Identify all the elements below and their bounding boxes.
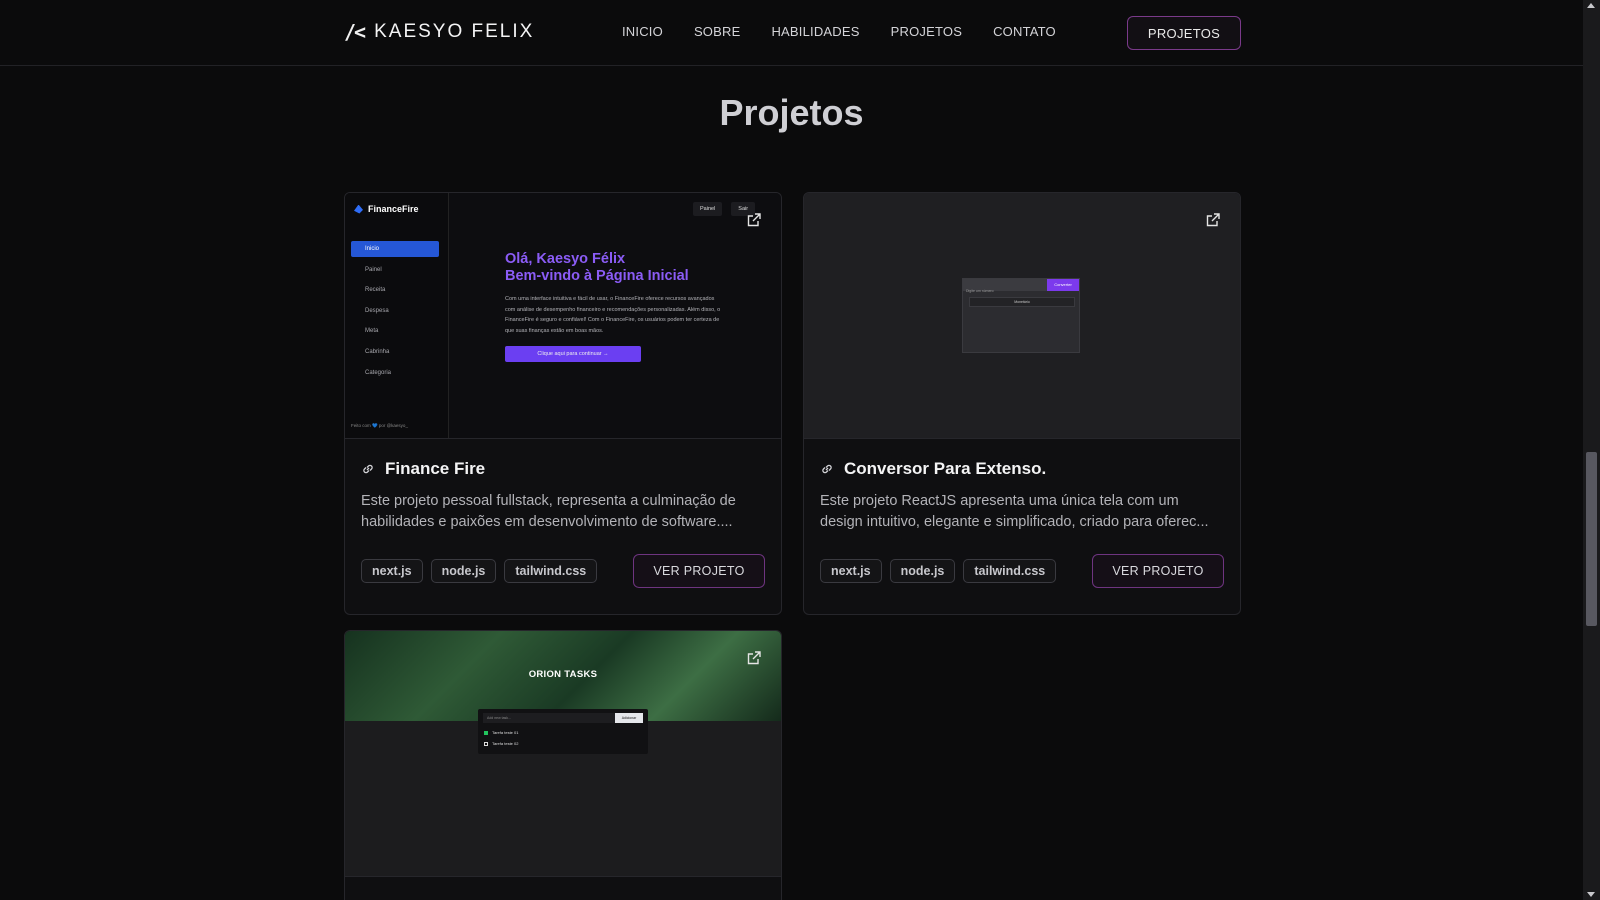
- preview-row: Monetário: [969, 297, 1075, 307]
- preview-task: Tarefa teste 01: [484, 730, 518, 735]
- card-body: Finance Fire Este projeto pessoal fullst…: [345, 439, 781, 588]
- project-card: Digite um número Converter Monetário Con…: [803, 192, 1241, 615]
- preview-add-button: Adicionar: [615, 713, 643, 723]
- external-link-icon[interactable]: [747, 213, 761, 227]
- tag: tailwind.css: [963, 559, 1057, 583]
- preview-sidebar: FinanceFire Inicio Painel Receita Despes…: [345, 193, 449, 438]
- tag: next.js: [820, 559, 882, 583]
- view-project-button[interactable]: VER PROJETO: [1092, 554, 1224, 588]
- preview-menu-item: Categoria: [365, 369, 392, 376]
- project-preview[interactable]: ORION TASKS Add new task... Adicionar Ta…: [345, 631, 781, 877]
- preview-heading-2: Bem-vindo à Página Inicial: [505, 268, 689, 284]
- project-preview[interactable]: Digite um número Converter Monetário: [804, 193, 1240, 439]
- preview-footer: Feito com 💙 por @kaesyo_: [351, 423, 408, 428]
- preview-menu-item: Painel: [365, 266, 382, 273]
- project-title[interactable]: Finance Fire: [385, 459, 485, 479]
- site-header: /< KAESYO FELIX INICIO SOBRE HABILIDADES…: [0, 0, 1583, 66]
- preview-task-box: Add new task... Adicionar Tarefa teste 0…: [478, 709, 648, 754]
- preview-brand: FinanceFire: [354, 204, 419, 214]
- conversor-screenshot: Digite um número Converter Monetário: [962, 278, 1080, 353]
- tag: tailwind.css: [504, 559, 598, 583]
- logo-text: KAESYO FELIX: [374, 21, 535, 42]
- tag: node.js: [889, 559, 956, 583]
- project-description: Este projeto pessoal fullstack, represen…: [361, 493, 736, 530]
- flame-icon: [354, 204, 363, 214]
- external-link-icon[interactable]: [1206, 213, 1220, 227]
- link-icon: [822, 464, 832, 474]
- logo-mark: /<: [344, 20, 366, 44]
- nav-habilidades[interactable]: HABILIDADES: [771, 24, 859, 39]
- preview-convert-button: Converter: [1047, 279, 1079, 291]
- preview-paragraph: Com uma interface intuitiva e fácil de u…: [505, 296, 721, 334]
- preview-menu-item: Receita: [365, 287, 386, 294]
- nav-inicio[interactable]: INICIO: [622, 24, 663, 39]
- preview-input-placeholder: Digite um número: [966, 289, 994, 293]
- orion-screenshot: ORION TASKS Add new task... Adicionar Ta…: [345, 631, 781, 876]
- preview-task-label: Tarefa teste 01: [492, 730, 519, 735]
- card-title: Finance Fire: [361, 459, 765, 479]
- tag: node.js: [430, 559, 497, 583]
- card-title: Conversor Para Extenso.: [820, 459, 1224, 479]
- preview-task: Tarefa teste 02: [484, 741, 518, 746]
- nav-sobre[interactable]: SOBRE: [694, 24, 741, 39]
- project-preview[interactable]: FinanceFire Inicio Painel Receita Despes…: [345, 193, 781, 439]
- tag: next.js: [361, 559, 423, 583]
- checkbox-icon: [484, 741, 488, 746]
- project-description: Este projeto ReactJS apresenta uma única…: [820, 493, 1209, 530]
- card-footer: next.js node.js tailwind.css VER PROJETO: [820, 554, 1224, 588]
- external-link-icon[interactable]: [747, 651, 761, 665]
- financefire-screenshot: FinanceFire Inicio Painel Receita Despes…: [345, 193, 781, 438]
- preview-menu: Inicio Painel Receita Despesa Meta Cabri…: [351, 241, 439, 385]
- preview-menu-item: Inicio: [351, 241, 439, 257]
- tag-list: next.js node.js tailwind.css: [361, 559, 633, 583]
- page-scrollbar[interactable]: [1583, 0, 1600, 900]
- scroll-down-arrow-icon[interactable]: [1587, 892, 1595, 897]
- project-card: FinanceFire Inicio Painel Receita Despes…: [344, 192, 782, 615]
- header-projetos-button[interactable]: PROJETOS: [1127, 16, 1241, 50]
- preview-cta: Clique aqui para continuar →: [505, 346, 641, 362]
- view-project-button[interactable]: VER PROJETO: [633, 554, 765, 588]
- scroll-thumb[interactable]: [1586, 452, 1597, 626]
- preview-pill: Painel: [693, 202, 723, 216]
- section-title: Projetos: [719, 92, 864, 133]
- preview-title: ORION TASKS: [528, 669, 598, 680]
- link-icon: [363, 464, 373, 474]
- preview-menu-item: Despesa: [365, 307, 389, 314]
- nav-projetos[interactable]: PROJETOS: [891, 24, 962, 39]
- project-title[interactable]: Conversor Para Extenso.: [844, 459, 1046, 479]
- preview-task-label: Tarefa teste 02: [492, 741, 519, 746]
- project-card: ORION TASKS Add new task... Adicionar Ta…: [344, 630, 782, 900]
- scroll-up-arrow-icon[interactable]: [1587, 3, 1595, 8]
- card-body: Conversor Para Extenso. Este projeto Rea…: [804, 439, 1240, 588]
- checkbox-checked-icon: [484, 730, 488, 735]
- main-nav: INICIO SOBRE HABILIDADES PROJETOS CONTAT…: [622, 24, 1056, 39]
- site-logo[interactable]: /< KAESYO FELIX: [344, 20, 534, 44]
- preview-menu-item: Meta: [365, 328, 379, 335]
- preview-heading-1: Olá, Kaesyo Félix: [505, 251, 626, 267]
- preview-main: Olá, Kaesyo Félix Bem-vindo à Página Ini…: [505, 251, 725, 362]
- preview-menu-item: Cabrinha: [365, 348, 390, 355]
- tag-list: next.js node.js tailwind.css: [820, 559, 1092, 583]
- preview-topbar: Painel Sair: [693, 202, 756, 216]
- card-footer: next.js node.js tailwind.css VER PROJETO: [361, 554, 765, 588]
- nav-contato[interactable]: CONTATO: [993, 24, 1056, 39]
- preview-brand-name: FinanceFire: [368, 204, 419, 214]
